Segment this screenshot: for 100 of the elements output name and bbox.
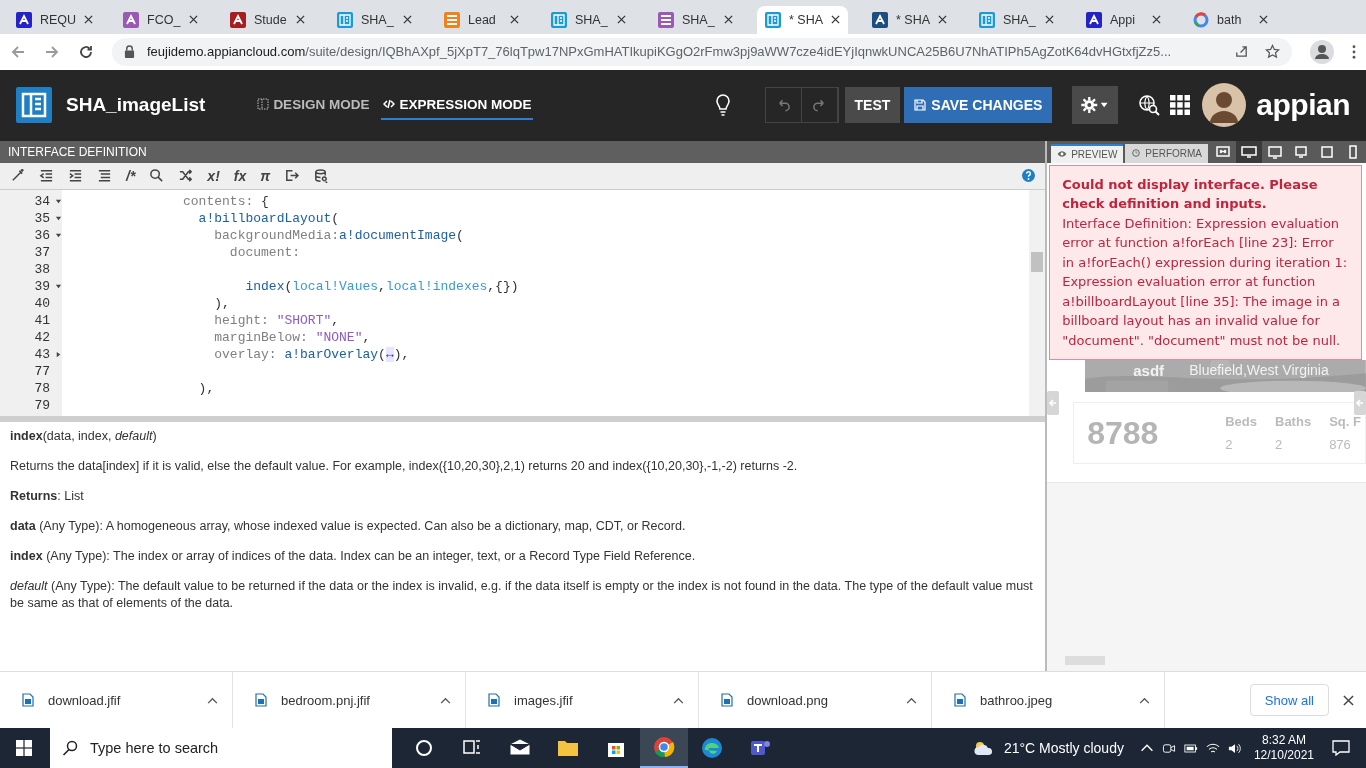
caret-up-icon[interactable] [673, 696, 684, 704]
close-icon[interactable] [84, 15, 94, 25]
line-number: 34 [33, 193, 50, 209]
indent-icon[interactable] [68, 168, 83, 184]
reload-icon[interactable] [78, 43, 94, 60]
fold-down-icon[interactable] [54, 231, 62, 239]
browser-tab[interactable]: bath [1185, 5, 1276, 34]
line-number: 42 [33, 329, 50, 345]
browser-tab[interactable]: * SHA [757, 5, 848, 34]
caret-up-icon[interactable] [906, 696, 917, 704]
export-icon[interactable] [284, 168, 300, 184]
preview-tab[interactable]: PERFORMA [1125, 143, 1208, 163]
volume-icon[interactable] [1227, 741, 1242, 755]
forward-icon[interactable] [44, 43, 60, 60]
close-icon[interactable] [296, 15, 305, 25]
app-icon [765, 11, 781, 28]
browser-tab[interactable]: * SHA [864, 5, 955, 34]
menu-icon[interactable] [1352, 44, 1356, 59]
notification-icon[interactable] [1332, 740, 1350, 756]
browser-tab[interactable]: Appi [1078, 5, 1169, 34]
browser-tab[interactable]: Lead [436, 5, 527, 34]
mode-tab[interactable]: EXPRESSION MODE [381, 90, 534, 120]
monitor-icon[interactable] [1236, 140, 1262, 163]
close-icon[interactable] [831, 15, 841, 25]
lightbulb-icon[interactable] [714, 94, 731, 117]
help-text: Returns: List [10, 487, 85, 505]
fold-right-icon[interactable] [54, 350, 62, 358]
close-icon[interactable] [510, 15, 519, 25]
help-text: default (Any Type): The default value to be returned if the data or the index is invalid, e.g. if the data itself is empty or the index is not found in the data. The type of the default value must be same as that of elements of the data. [10, 577, 1034, 612]
mode-tab[interactable]: DESIGN MODE [255, 90, 372, 120]
list-icon[interactable] [97, 168, 112, 184]
save-button[interactable]: SAVE CHANGES [904, 87, 1053, 124]
code-line: ), [213, 295, 230, 311]
close-icon[interactable] [403, 15, 412, 25]
line-number: 77 [33, 363, 50, 379]
search-icon[interactable] [149, 168, 165, 184]
caret-up-icon[interactable] [207, 696, 218, 704]
image-file-icon [954, 693, 966, 707]
stat-value: 876 [1329, 437, 1352, 453]
scrollbar[interactable] [1029, 189, 1046, 416]
google-icon [1193, 11, 1209, 28]
back-icon[interactable] [10, 43, 26, 60]
windows-icon[interactable] [16, 740, 32, 756]
close-icon[interactable] [189, 15, 198, 25]
camera-icon[interactable] [1161, 741, 1176, 755]
address-field[interactable]: feujidemo.appiancloud.com/suite/design/IQBhAXpf_5jXpT7_76lqTpw17NPxGmHATIkupiKGgO2rFmw3pj9aWW7cze4idEYjIqnwkUNCA25B6U7NhATIPh5AgZotK64dvHGtxfjZz5... [112, 37, 1292, 66]
line-number: 35 [33, 210, 50, 226]
code-line: marginBelow: "NONE", [213, 329, 371, 345]
weather-text[interactable]: 21°C Mostly cloudy [1003, 740, 1124, 756]
avatar[interactable] [1202, 83, 1247, 128]
close-icon[interactable] [1152, 15, 1161, 25]
toolbar-button[interactable]: fx [233, 167, 247, 184]
apps-grid-icon[interactable] [1170, 95, 1191, 116]
browser-tab[interactable]: SHA_ [543, 5, 634, 34]
help-icon[interactable] [1022, 169, 1036, 183]
browser-tab[interactable]: FCO_ [115, 5, 206, 34]
clock-time[interactable]: 8:32 AM [1261, 733, 1306, 748]
app-icon [123, 11, 139, 28]
close-icon[interactable] [1045, 15, 1054, 25]
show-all-button[interactable]: Show all [1249, 684, 1329, 716]
lock-icon [124, 45, 135, 59]
browser-tab[interactable]: SHA_ [971, 5, 1062, 34]
close-icon[interactable] [724, 15, 733, 25]
close-icon[interactable] [1259, 15, 1268, 25]
globe-search-icon[interactable] [1138, 94, 1161, 117]
help-text: index (Any Type): The index or array of indices of the data. Index can be an integer, text, or a Record Type Field Reference. [10, 547, 697, 565]
image-file-icon [721, 693, 733, 707]
wand-icon[interactable] [10, 168, 25, 184]
close-icon[interactable] [617, 15, 626, 25]
clock-icon [1131, 149, 1142, 158]
share-icon[interactable] [1234, 44, 1249, 60]
toolbar-button[interactable]: x! [207, 167, 220, 184]
profile-icon[interactable] [1310, 39, 1334, 64]
browser-tab[interactable]: SHA_ [650, 5, 741, 34]
code-line: index(local!Vaues,local!indexes,{}) [244, 278, 519, 294]
clock-date[interactable]: 12/10/2021 [1253, 748, 1314, 763]
toolbar-button[interactable]: /* [126, 167, 136, 184]
caret-up-icon[interactable] [1139, 696, 1150, 704]
fold-down-icon[interactable] [54, 214, 62, 222]
chrome-icon[interactable] [640, 728, 688, 768]
close-icon[interactable] [938, 15, 948, 25]
browser-tab[interactable]: Stude [222, 5, 313, 34]
search-field[interactable]: Type here to search [50, 728, 392, 768]
fold-down-icon[interactable] [54, 197, 62, 205]
browser-tab[interactable]: REQU [8, 5, 99, 34]
image-file-icon [255, 693, 267, 707]
database-icon[interactable] [313, 168, 329, 184]
close-icon[interactable] [1343, 694, 1354, 706]
caret-up-icon[interactable] [440, 696, 451, 704]
toolbar-button[interactable]: π [260, 167, 271, 184]
settings-button[interactable] [1072, 86, 1119, 125]
shuffle-icon[interactable] [178, 168, 194, 184]
preview-tab[interactable]: PREVIEW [1051, 143, 1124, 163]
wifi-icon[interactable] [1205, 741, 1220, 755]
battery-icon[interactable] [1183, 741, 1198, 755]
star-icon[interactable] [1265, 44, 1280, 60]
outdent-icon[interactable] [39, 168, 54, 184]
fold-down-icon[interactable] [54, 282, 62, 290]
browser-tab[interactable]: SHA_ [329, 5, 420, 34]
test-button[interactable]: TEST [844, 87, 901, 124]
